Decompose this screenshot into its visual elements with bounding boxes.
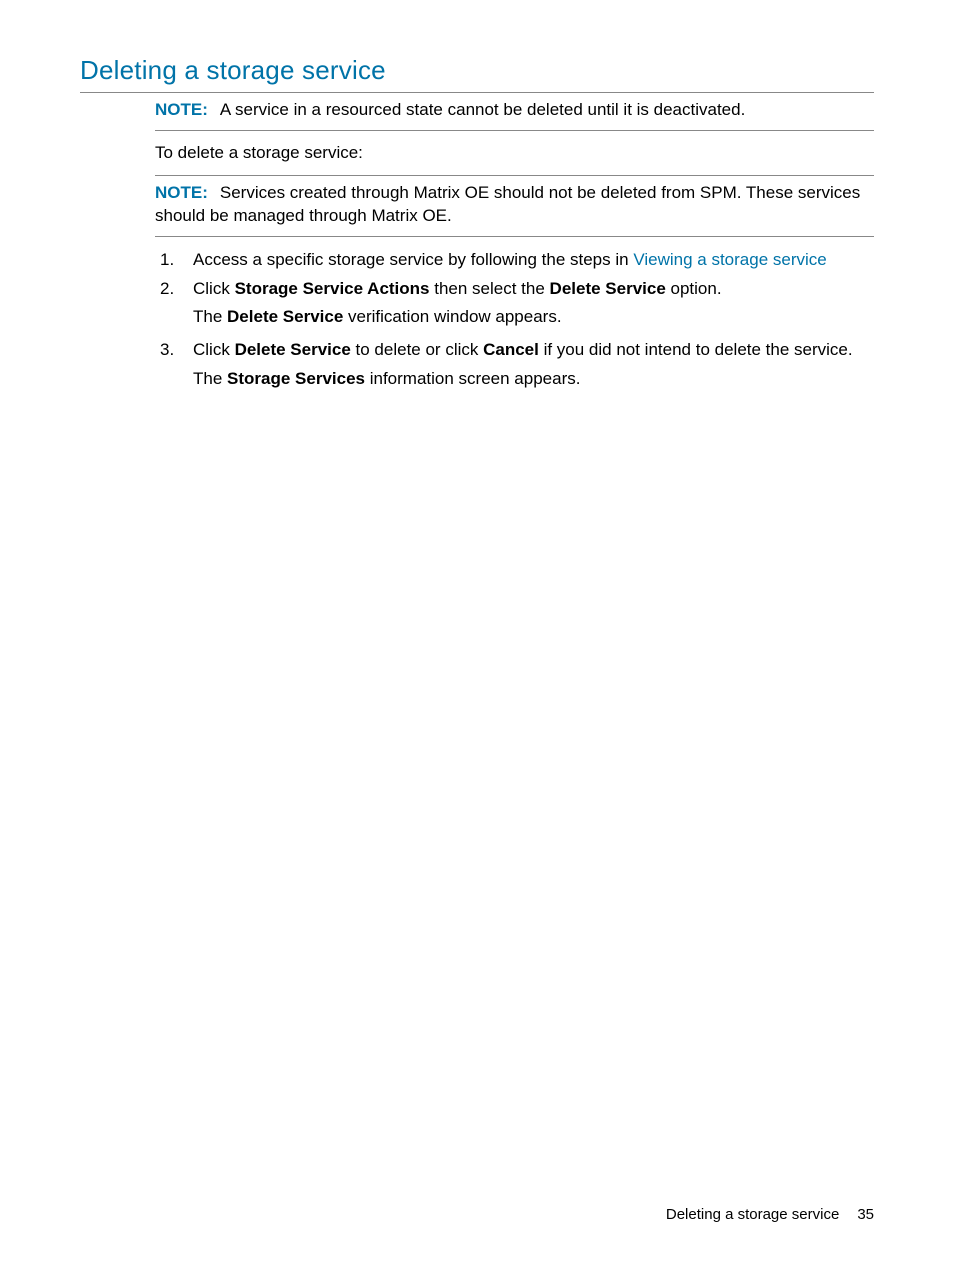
note-block-2: NOTE:Services created through Matrix OE …	[155, 176, 874, 236]
page-footer: Deleting a storage service 35	[666, 1206, 874, 1223]
bold-text: Delete Service	[235, 340, 351, 359]
step-3: Click Delete Service to delete or click …	[155, 339, 874, 391]
step-text: if you did not intend to delete the serv…	[539, 340, 853, 359]
viewing-storage-service-link[interactable]: Viewing a storage service	[633, 250, 826, 269]
steps-list: Access a specific storage service by fol…	[155, 249, 874, 392]
step-followup: The Delete Service verification window a…	[193, 306, 874, 329]
bold-text: Storage Services	[227, 369, 365, 388]
step-text: Click	[193, 279, 235, 298]
note-label: NOTE:	[155, 100, 208, 119]
step-1: Access a specific storage service by fol…	[155, 249, 874, 272]
step-text: verification window appears.	[343, 307, 561, 326]
bold-text: Delete Service	[550, 279, 666, 298]
step-text: The	[193, 307, 227, 326]
note-label: NOTE:	[155, 183, 208, 202]
bold-text: Cancel	[483, 340, 539, 359]
section-heading: Deleting a storage service	[80, 55, 874, 86]
step-text: Click	[193, 340, 235, 359]
step-text: information screen appears.	[365, 369, 580, 388]
step-text: to delete or click	[351, 340, 483, 359]
note-rule-2-bottom	[155, 236, 874, 237]
step-2: Click Storage Service Actions then selec…	[155, 278, 874, 330]
step-followup: The Storage Services information screen …	[193, 368, 874, 391]
step-text: option.	[666, 279, 722, 298]
footer-page-number: 35	[857, 1206, 874, 1223]
note-block-1: NOTE: A service in a resourced state cann…	[155, 93, 874, 130]
bold-text: Storage Service Actions	[235, 279, 430, 298]
step-text: The	[193, 369, 227, 388]
intro-text: To delete a storage service:	[155, 131, 874, 175]
step-text: Access a specific storage service by fol…	[193, 250, 633, 269]
footer-title: Deleting a storage service	[666, 1206, 839, 1223]
note-text: Services created through Matrix OE shoul…	[155, 183, 860, 225]
note-text: A service in a resourced state cannot be…	[220, 100, 745, 119]
step-text: then select the	[430, 279, 550, 298]
bold-text: Delete Service	[227, 307, 343, 326]
